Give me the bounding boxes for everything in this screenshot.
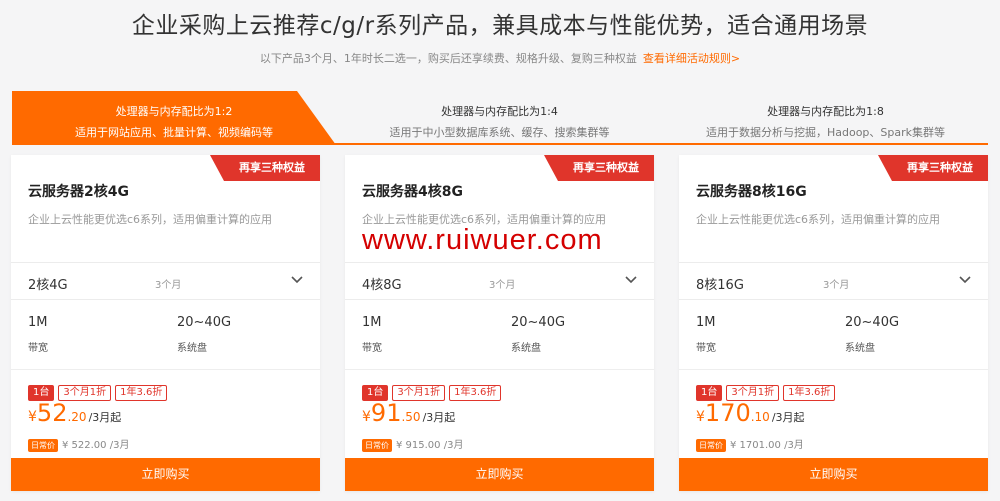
period-value: 3个月 — [489, 280, 516, 291]
disk-value: 20~40G — [177, 315, 232, 330]
price-decimal: .10 — [750, 410, 770, 424]
daily-badge: 日常价 — [28, 439, 58, 452]
daily-price: 日常价 ¥ 1701.00 /3月 — [696, 436, 804, 452]
bandwidth-value: 1M — [696, 315, 716, 330]
tag-1year: 1年3.6折 — [115, 385, 168, 401]
bandwidth-value: 1M — [362, 315, 382, 330]
ratio-tabs: 处理器与内存配比为1:2 适用于网站应用、批量计算、视频编码等 处理器与内存配比… — [12, 91, 988, 145]
period-value: 3个月 — [823, 280, 850, 291]
tag-1year: 1年3.6折 — [449, 385, 502, 401]
page-headline: 企业采购上云推荐c/g/r系列产品，兼具成本与性能优势，适合通用场景 — [131, 13, 869, 39]
discount-tags: 1台 3个月1折 1年3.6折 — [696, 380, 839, 401]
price-decimal: .20 — [67, 410, 87, 424]
spec-value: 8核16G — [696, 278, 744, 293]
product-card-4c8g: 再享三种权益 云服务器4核8G 企业上云性能更优选c6系列，适用偏重计算的应用 … — [345, 155, 654, 491]
price-currency: ¥ — [362, 409, 371, 425]
chevron-down-icon — [959, 276, 971, 284]
card-desc: 企业上云性能更优选c6系列，适用偏重计算的应用 — [28, 213, 273, 226]
subline-text: 以下产品3个月、1年时长二选一，购买后还享续费、规格升级、复购三种权益 — [259, 52, 637, 65]
daily-price: 日常价 ¥ 522.00 /3月 — [28, 436, 129, 452]
spec-dropdown[interactable]: 4核8G 3个月 — [345, 262, 654, 300]
chevron-down-icon — [291, 276, 303, 284]
daily-price-value: ¥ 522.00 /3月 — [62, 440, 130, 451]
buy-now-button[interactable]: 立即购买 — [679, 458, 988, 491]
divider — [679, 369, 988, 370]
buy-now-button[interactable]: 立即购买 — [11, 458, 320, 491]
card-title: 云服务器8核16G — [696, 184, 807, 200]
price: ¥170.10/3月起 — [696, 399, 805, 427]
spec-value: 4核8G — [362, 278, 402, 293]
daily-price-value: ¥ 1701.00 /3月 — [730, 440, 804, 451]
bandwidth-label: 带宽 — [696, 343, 716, 354]
daily-price-value: ¥ 915.00 /3月 — [396, 440, 464, 451]
tab-ratio-1-2[interactable]: 处理器与内存配比为1:2 适用于网站应用、批量计算、视频编码等 — [12, 91, 336, 145]
spec-dropdown[interactable]: 8核16G 3个月 — [679, 262, 988, 300]
tab-sub: 适用于网站应用、批量计算、视频编码等 — [75, 126, 273, 139]
discount-tags: 1台 3个月1折 1年3.6折 — [362, 380, 505, 401]
price-decimal: .50 — [401, 410, 421, 424]
price-unit: /3月起 — [422, 411, 456, 424]
tab-sub: 适用于中小型数据库系统、缓存、搜索集群等 — [389, 126, 610, 139]
disk-value: 20~40G — [845, 315, 900, 330]
divider — [345, 369, 654, 370]
buy-now-button[interactable]: 立即购买 — [345, 458, 654, 491]
discount-tags: 1台 3个月1折 1年3.6折 — [28, 380, 171, 401]
price: ¥91.50/3月起 — [362, 399, 455, 427]
page-subline: 以下产品3个月、1年时长二选一，购买后还享续费、规格升级、复购三种权益 查看详细活… — [0, 50, 1000, 66]
daily-price: 日常价 ¥ 915.00 /3月 — [362, 436, 463, 452]
benefits-ribbon: 再享三种权益 — [878, 155, 988, 181]
daily-badge: 日常价 — [362, 439, 392, 452]
activity-rules-link[interactable]: 查看详细活动规则> — [643, 52, 740, 65]
price-integer: 52 — [36, 399, 68, 427]
bandwidth-value: 1M — [28, 315, 48, 330]
benefits-ribbon: 再享三种权益 — [210, 155, 320, 181]
price-currency: ¥ — [696, 409, 705, 425]
product-card-2c4g: 再享三种权益 云服务器2核4G 企业上云性能更优选c6系列，适用偏重计算的应用 … — [11, 155, 320, 491]
spec-dropdown[interactable]: 2核4G 3个月 — [11, 262, 320, 300]
disk-label: 系统盘 — [177, 343, 207, 354]
tab-label: 处理器与内存配比为1:2 — [115, 105, 233, 118]
spec-value: 2核4G — [28, 278, 68, 293]
disk-value: 20~40G — [511, 315, 566, 330]
card-desc: 企业上云性能更优选c6系列，适用偏重计算的应用 — [696, 213, 941, 226]
tab-ratio-1-4[interactable]: 处理器与内存配比为1:4 适用于中小型数据库系统、缓存、搜索集群等 — [337, 91, 662, 145]
price-currency: ¥ — [28, 409, 37, 425]
tab-ratio-1-8[interactable]: 处理器与内存配比为1:8 适用于数据分析与挖掘，Hadoop、Spark集群等 — [663, 91, 988, 145]
tab-label: 处理器与内存配比为1:4 — [441, 105, 558, 118]
site-watermark: www.ruiwuer.com — [362, 224, 603, 256]
product-card-8c16g: 再享三种权益 云服务器8核16G 企业上云性能更优选c6系列，适用偏重计算的应用… — [679, 155, 988, 491]
price: ¥52.20/3月起 — [28, 399, 121, 427]
price-unit: /3月起 — [771, 411, 805, 424]
price-integer: 91 — [370, 399, 402, 427]
bandwidth-label: 带宽 — [362, 343, 382, 354]
card-title: 云服务器4核8G — [362, 184, 463, 200]
daily-badge: 日常价 — [696, 439, 726, 452]
tab-label: 处理器与内存配比为1:8 — [767, 105, 884, 118]
price-integer: 170 — [704, 399, 751, 427]
tab-sub: 适用于数据分析与挖掘，Hadoop、Spark集群等 — [705, 126, 946, 139]
card-title: 云服务器2核4G — [28, 184, 129, 200]
divider — [11, 369, 320, 370]
disk-label: 系统盘 — [845, 343, 875, 354]
price-unit: /3月起 — [88, 411, 122, 424]
benefits-ribbon: 再享三种权益 — [544, 155, 654, 181]
bandwidth-label: 带宽 — [28, 343, 48, 354]
chevron-down-icon — [625, 276, 637, 284]
period-value: 3个月 — [155, 280, 182, 291]
disk-label: 系统盘 — [511, 343, 541, 354]
